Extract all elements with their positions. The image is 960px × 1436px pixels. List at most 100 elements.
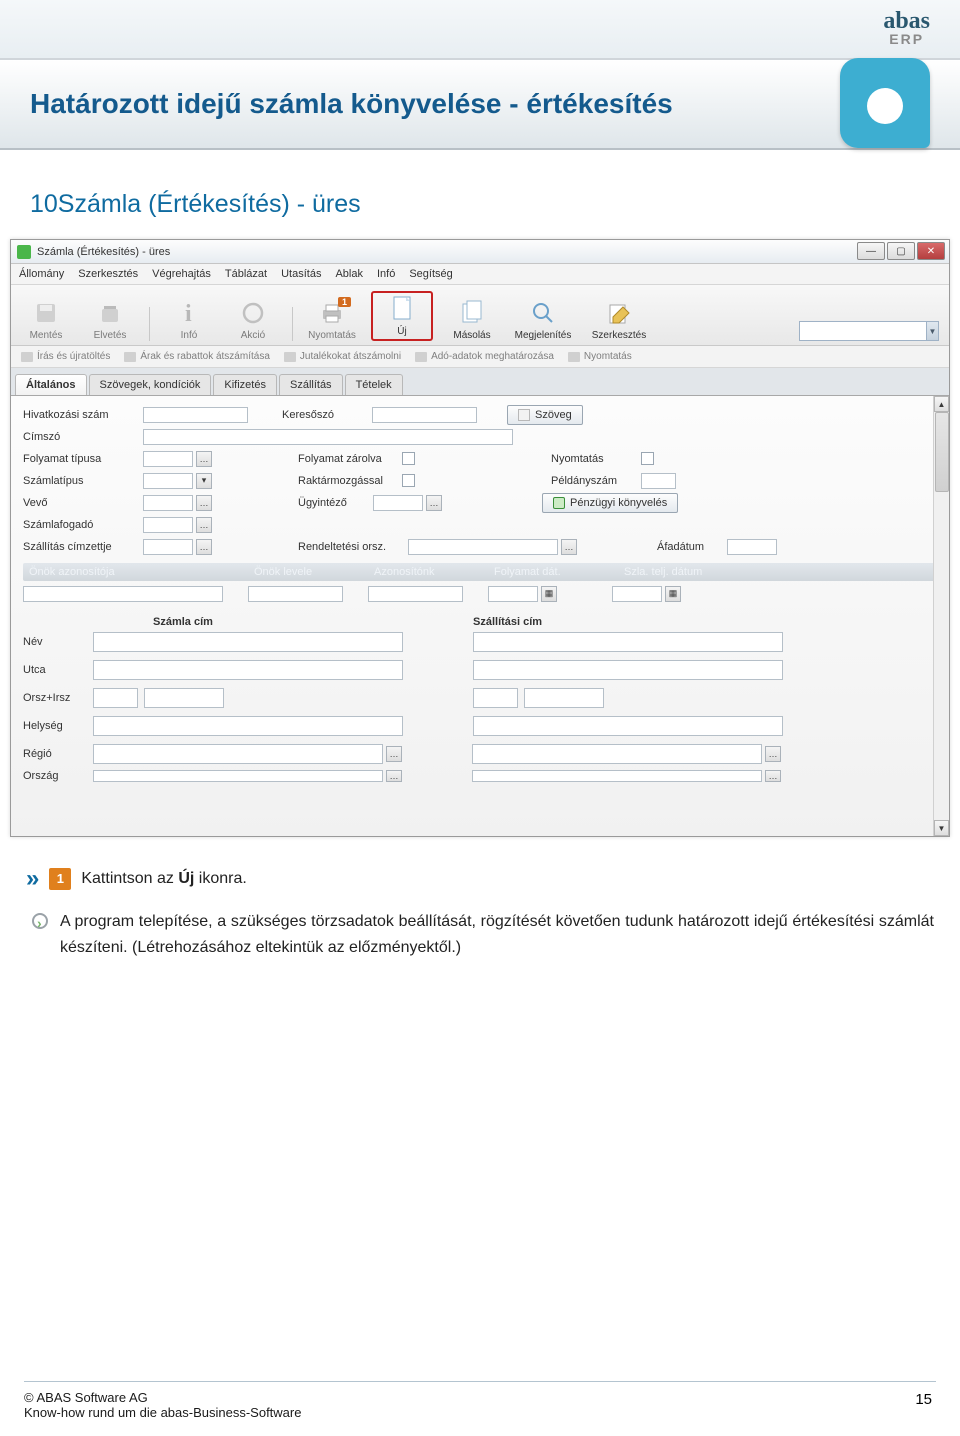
form-scrollbar[interactable]: ▲ ▼ <box>933 396 949 836</box>
calendar-icon[interactable]: ▦ <box>541 586 557 602</box>
page-heading: 10Számla (Értékesítés) - üres <box>30 190 960 219</box>
input-utca-1[interactable] <box>93 660 403 680</box>
input-vevo[interactable] <box>143 495 193 511</box>
input-utca-2[interactable] <box>473 660 783 680</box>
window-icon <box>17 245 31 259</box>
input-hivszam[interactable] <box>143 407 248 423</box>
menu-szerkesztes[interactable]: Szerkesztés <box>78 268 138 280</box>
toolbar-search[interactable]: ▼ <box>799 321 939 341</box>
input-onokaz[interactable] <box>23 586 223 602</box>
chk-nyomtatas[interactable] <box>641 452 654 465</box>
magnifier-icon <box>529 299 557 327</box>
tab-szallitas[interactable]: Szállítás <box>279 374 343 395</box>
input-orsz-2[interactable] <box>473 688 518 708</box>
input-orszag-2[interactable] <box>472 770 762 782</box>
dropdown-icon[interactable]: ▾ <box>196 473 212 489</box>
action-button[interactable]: Akció <box>228 299 278 341</box>
input-ugyintezo[interactable] <box>373 495 423 511</box>
input-azonositonk[interactable] <box>368 586 463 602</box>
input-irsz-1[interactable] <box>144 688 224 708</box>
lookup-icon[interactable]: … <box>386 746 402 762</box>
penzugyi-button[interactable]: Pénzügyi könyvelés <box>542 493 678 513</box>
input-orsz-1[interactable] <box>93 688 138 708</box>
input-regio-2[interactable] <box>472 744 762 764</box>
input-peldanyszam[interactable] <box>641 473 676 489</box>
input-szamlafogado[interactable] <box>143 517 193 533</box>
menu-segitseg[interactable]: Segítség <box>409 268 452 280</box>
lookup-icon[interactable]: … <box>386 770 402 782</box>
tab-tetelek[interactable]: Tételek <box>345 374 403 395</box>
info-button[interactable]: i Infó <box>164 299 214 341</box>
input-folyamattipus[interactable] <box>143 451 193 467</box>
tab-kifizetes[interactable]: Kifizetés <box>213 374 277 395</box>
lookup-icon[interactable]: … <box>561 539 577 555</box>
menu-info[interactable]: Infó <box>377 268 395 280</box>
page-footer: © ABAS Software AG Know-how rund um die … <box>0 1381 960 1420</box>
scroll-thumb[interactable] <box>935 412 949 492</box>
edit-button[interactable]: Szerkesztés <box>589 299 649 341</box>
ab-item-iras[interactable]: Írás és újratöltés <box>21 351 110 362</box>
input-szallcimz[interactable] <box>143 539 193 555</box>
ab-item-jutalek[interactable]: Jutalékokat átszámolni <box>284 351 401 362</box>
input-onoklevele[interactable] <box>248 586 343 602</box>
chk-raktarmozgassal[interactable] <box>402 474 415 487</box>
input-keresoszo[interactable] <box>372 407 477 423</box>
input-nev-1[interactable] <box>93 632 403 652</box>
tab-altalanos[interactable]: Általános <box>15 374 87 395</box>
input-helyseg-1[interactable] <box>93 716 403 736</box>
footer-subtitle: Know-how rund um die abas-Business-Softw… <box>24 1405 936 1420</box>
window-max-button[interactable]: ▢ <box>887 242 915 260</box>
chk-folyamatzarolva[interactable] <box>402 452 415 465</box>
input-orszag-1[interactable] <box>93 770 383 782</box>
discard-button[interactable]: Elvetés <box>85 299 135 341</box>
lookup-icon[interactable]: … <box>196 539 212 555</box>
lookup-icon[interactable]: … <box>765 770 781 782</box>
input-helyseg-2[interactable] <box>473 716 783 736</box>
scroll-down-icon[interactable]: ▼ <box>934 820 949 836</box>
lookup-icon[interactable]: … <box>426 495 442 511</box>
input-szlatelj[interactable] <box>612 586 662 602</box>
scroll-up-icon[interactable]: ▲ <box>934 396 949 412</box>
input-afadatum[interactable] <box>727 539 777 555</box>
show-button[interactable]: Megjelenítés <box>511 299 575 341</box>
input-regio-1[interactable] <box>93 744 383 764</box>
ab-item-arak[interactable]: Árak és rabattok átszámítása <box>124 351 270 362</box>
input-cimszo[interactable] <box>143 429 513 445</box>
menu-ablak[interactable]: Ablak <box>335 268 363 280</box>
step-badge-1: 1 <box>49 868 71 890</box>
menu-vegrehajtas[interactable]: Végrehajtás <box>152 268 211 280</box>
input-folydat[interactable] <box>488 586 538 602</box>
window-close-button[interactable]: ✕ <box>917 242 945 260</box>
menu-tablazat[interactable]: Táblázat <box>225 268 267 280</box>
text-button[interactable]: Szöveg <box>507 405 583 425</box>
tab-szovegek[interactable]: Szövegek, kondíciók <box>89 374 212 395</box>
print-button[interactable]: 1 Nyomtatás <box>307 299 357 341</box>
lbl-szamlatipus: Számlatípus <box>23 475 143 487</box>
ab-item-nyomtatas[interactable]: Nyomtatás <box>568 351 632 362</box>
lbl-orszirsz: Orsz+Irsz <box>23 692 93 704</box>
new-button[interactable]: Új <box>377 295 427 337</box>
lookup-icon[interactable]: … <box>196 495 212 511</box>
window-min-button[interactable]: — <box>857 242 885 260</box>
window-titlebar[interactable]: Számla (Értékesítés) - üres — ▢ ✕ <box>11 240 949 264</box>
save-button[interactable]: Mentés <box>21 299 71 341</box>
search-dropdown-icon[interactable]: ▼ <box>926 322 938 340</box>
ab-item-ado[interactable]: Adó-adatok meghatározása <box>415 351 554 362</box>
menu-allomany[interactable]: Állomány <box>19 268 64 280</box>
calendar-icon[interactable]: ▦ <box>665 586 681 602</box>
lookup-icon[interactable]: … <box>765 746 781 762</box>
menu-utasitas[interactable]: Utasítás <box>281 268 321 280</box>
window-title: Számla (Értékesítés) - üres <box>37 246 170 258</box>
lookup-icon[interactable]: … <box>196 451 212 467</box>
copy-button[interactable]: Másolás <box>447 299 497 341</box>
chevron-icon: » <box>26 859 39 899</box>
input-irsz-2[interactable] <box>524 688 604 708</box>
input-nev-2[interactable] <box>473 632 783 652</box>
discard-icon <box>96 299 124 327</box>
address-block: Számla cím Szállítási cím Név Utca Orsz+… <box>23 616 937 784</box>
input-rendorsz[interactable] <box>408 539 558 555</box>
new-button-highlighted: Új <box>371 291 433 341</box>
lookup-icon[interactable]: … <box>196 517 212 533</box>
logo-a-icon <box>840 58 930 148</box>
input-szamlatipus[interactable] <box>143 473 193 489</box>
